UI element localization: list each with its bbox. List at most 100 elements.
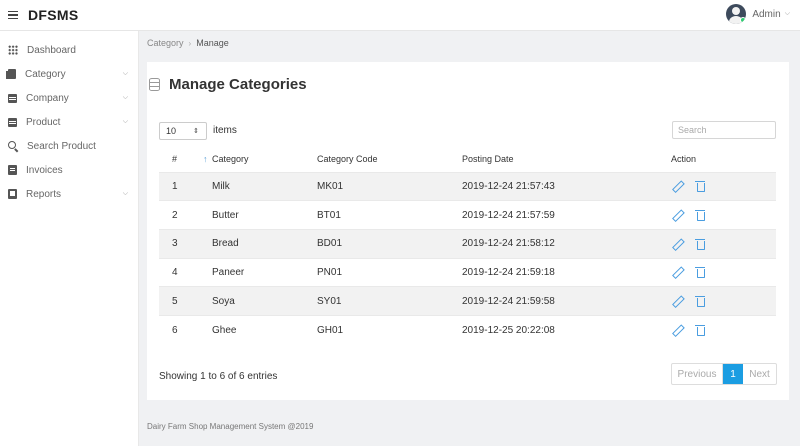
cell-code: MK01 <box>317 171 462 201</box>
cell-code: BD01 <box>317 228 462 259</box>
sidebar-item-label: Dashboard <box>27 44 76 56</box>
sidebar-item-company[interactable]: Company ⌵ <box>0 86 138 110</box>
search-icon <box>8 141 18 151</box>
book-icon <box>8 93 17 103</box>
table-row: 5 Soya SY01 2019-12-24 21:59:58 <box>159 286 776 316</box>
table-row: 1 Milk MK01 2019-12-24 21:57:43 <box>159 171 776 201</box>
cell-code: BT01 <box>317 200 462 230</box>
file-icon <box>6 69 16 79</box>
breadcrumb-category[interactable]: Category <box>147 38 184 48</box>
sidebar-item-category[interactable]: Category ⌵ <box>0 62 138 86</box>
invoice-icon <box>8 165 17 175</box>
cell-category: Soya <box>212 286 317 316</box>
user-menu[interactable]: Admin ⌵ <box>726 4 790 24</box>
cell-date: 2019-12-24 21:59:18 <box>462 257 665 287</box>
menu-toggle-icon[interactable] <box>8 9 18 22</box>
cell-date: 2019-12-24 21:57:43 <box>462 171 665 201</box>
search-input[interactable] <box>672 121 776 139</box>
cell-code: PN01 <box>317 257 462 287</box>
chevron-down-icon: ⌵ <box>122 70 128 77</box>
delete-trash-icon[interactable] <box>695 266 707 279</box>
cell-num: 6 <box>159 314 212 345</box>
cell-actions <box>665 200 776 230</box>
table-row: 2 Butter BT01 2019-12-24 21:57:59 <box>159 200 776 230</box>
sidebar-item-search-product[interactable]: Search Product <box>0 134 138 158</box>
column-header-category[interactable]: Category <box>212 146 317 172</box>
cell-code: SY01 <box>317 286 462 316</box>
page-title-text: Manage Categories <box>169 76 307 93</box>
cell-actions <box>665 314 776 345</box>
sidebar-item-label: Reports <box>26 188 62 200</box>
chevron-down-icon: ⌵ <box>122 190 128 197</box>
table-row: 4 Paneer PN01 2019-12-24 21:59:18 <box>159 257 776 287</box>
chevron-down-icon: ⌵ <box>122 94 128 101</box>
edit-pencil-icon[interactable] <box>671 324 683 336</box>
breadcrumb: Category › Manage <box>147 38 229 48</box>
categories-table: # ↑ Category Category Code Posting Date … <box>159 146 776 345</box>
chevron-down-icon: ⌵ <box>122 118 128 125</box>
list-icon <box>8 117 17 127</box>
chevron-down-icon[interactable]: ⌵ <box>785 10 790 18</box>
sidebar-item-label: Search Product <box>27 140 96 152</box>
edit-pencil-icon[interactable] <box>671 266 683 278</box>
cell-category: Paneer <box>212 257 317 287</box>
cell-date: 2019-12-24 21:58:12 <box>462 228 665 259</box>
delete-trash-icon[interactable] <box>695 238 707 250</box>
cell-date: 2019-12-24 21:59:58 <box>462 286 665 316</box>
sidebar-item-dashboard[interactable]: Dashboard <box>0 38 138 62</box>
delete-trash-icon[interactable] <box>695 180 707 193</box>
report-icon <box>8 189 17 199</box>
cell-category: Bread <box>212 228 317 259</box>
sort-ascending-icon[interactable]: ↑ <box>203 154 208 164</box>
online-status-icon <box>740 17 747 23</box>
page-1-button[interactable]: 1 <box>723 364 743 384</box>
page-length-select[interactable]: 10 ⇕ <box>159 122 207 140</box>
cell-category: Milk <box>212 171 317 201</box>
footer-text: Dairy Farm Shop Management System @2019 <box>147 422 314 431</box>
cell-category: Ghee <box>212 314 317 345</box>
cell-num: 5 <box>159 286 212 316</box>
table-row: 3 Bread BD01 2019-12-24 21:58:12 <box>159 228 776 259</box>
delete-trash-icon[interactable] <box>695 209 707 222</box>
user-name[interactable]: Admin <box>752 9 780 20</box>
cell-category: Butter <box>212 200 317 230</box>
cell-num: 3 <box>159 228 212 259</box>
cell-actions <box>665 171 776 201</box>
delete-trash-icon[interactable] <box>695 324 707 337</box>
column-header-date[interactable]: Posting Date <box>462 146 665 172</box>
edit-pencil-icon[interactable] <box>671 295 683 307</box>
table-row: 6 Ghee GH01 2019-12-25 20:22:08 <box>159 314 776 345</box>
cell-actions <box>665 286 776 316</box>
column-header-code[interactable]: Category Code <box>317 146 462 172</box>
edit-pencil-icon[interactable] <box>671 238 683 250</box>
sidebar-item-invoices[interactable]: Invoices <box>0 158 138 182</box>
next-page-button[interactable]: Next <box>743 364 776 384</box>
cell-actions <box>665 228 776 259</box>
cell-num: 1 <box>159 171 212 201</box>
page-length-label: items <box>213 125 237 136</box>
top-bar: DFSMS Admin ⌵ <box>0 0 800 31</box>
table-header-row: # ↑ Category Category Code Posting Date … <box>159 146 776 172</box>
page-title: Manage Categories <box>147 76 307 93</box>
breadcrumb-current: Manage <box>196 38 229 48</box>
app-brand[interactable]: DFSMS <box>28 7 79 23</box>
avatar[interactable] <box>726 4 747 24</box>
column-header-action: Action <box>671 153 697 164</box>
delete-trash-icon[interactable] <box>695 295 707 308</box>
sidebar-item-label: Invoices <box>26 164 63 176</box>
select-arrows-icon: ⇕ <box>193 128 199 135</box>
sidebar: Dashboard Category ⌵ Company ⌵ Product ⌵… <box>0 31 139 446</box>
cell-date: 2019-12-25 20:22:08 <box>462 314 665 345</box>
sidebar-item-product[interactable]: Product ⌵ <box>0 110 138 134</box>
edit-pencil-icon[interactable] <box>671 180 683 192</box>
previous-page-button[interactable]: Previous <box>672 364 723 384</box>
cell-code: GH01 <box>317 314 462 345</box>
edit-pencil-icon[interactable] <box>671 209 683 221</box>
sidebar-item-label: Category <box>25 68 66 80</box>
column-header-num[interactable]: # ↑ <box>159 146 212 172</box>
grid-icon <box>8 45 18 55</box>
sidebar-item-reports[interactable]: Reports ⌵ <box>0 182 138 206</box>
cell-num: 2 <box>159 200 212 230</box>
sidebar-item-label: Company <box>26 92 69 104</box>
main-card: Manage Categories 10 ⇕ items # ↑ Categor… <box>147 62 789 400</box>
